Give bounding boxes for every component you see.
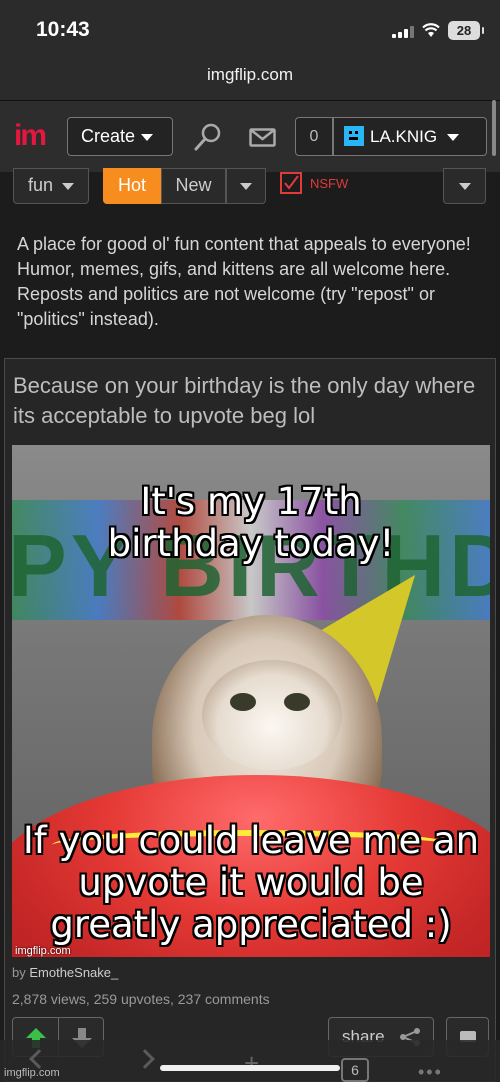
author-link[interactable]: EmotheSnake_ [29, 965, 118, 980]
create-button[interactable]: Create [67, 117, 173, 156]
avatar [344, 126, 364, 146]
username: LA.KNIG [370, 127, 438, 146]
home-indicator[interactable] [160, 1065, 340, 1071]
chevron-down-icon [447, 134, 460, 142]
search-icon[interactable] [193, 122, 223, 152]
cat-face [202, 660, 342, 770]
chevron-down-icon [62, 182, 75, 190]
notification-count[interactable]: 0 [295, 117, 333, 156]
user-menu-button[interactable]: LA.KNIG [333, 117, 487, 156]
wifi-icon [422, 23, 440, 37]
stream-select[interactable]: fun [13, 168, 89, 204]
chevron-down-icon [458, 182, 471, 190]
tab-hot[interactable]: Hot [103, 168, 161, 204]
more-icon[interactable]: ••• [418, 1062, 443, 1082]
post-stats: 2,878 views, 259 upvotes, 237 comments [12, 991, 270, 1007]
scrollbar[interactable] [492, 100, 496, 156]
new-tab-icon[interactable]: + [244, 1050, 259, 1076]
nsfw-label: NSFW [310, 176, 349, 191]
post-card: Because on your birthday is the only day… [4, 358, 496, 1082]
tab-new[interactable]: New [161, 168, 226, 204]
tabs-icon[interactable]: 6 [341, 1058, 369, 1082]
chevron-down-icon [141, 133, 154, 141]
post-byline: by EmotheSnake_ [12, 965, 119, 980]
site-header: im Create 0 LA.KNIG [0, 100, 500, 172]
meme-bottom-text: If you could leave me an upvote it would… [22, 819, 480, 946]
url-text: imgflip.com [207, 65, 293, 84]
nsfw-checkbox[interactable] [280, 172, 302, 194]
imgflip-logo[interactable]: im [14, 121, 47, 151]
stream-label: fun [28, 175, 54, 195]
signal-icon [392, 26, 414, 38]
meme-image[interactable]: PY BIRTHD It's my 17th birthday today! I… [12, 445, 490, 957]
create-label: Create [81, 126, 136, 146]
address-bar[interactable]: imgflip.com [0, 60, 500, 100]
options-dropdown[interactable] [443, 168, 486, 204]
meme-watermark: imgflip.com [15, 945, 71, 957]
status-bar: 10:43 28 [0, 0, 500, 60]
meme-top-text: It's my 17th birthday today! [107, 480, 395, 565]
stream-description: A place for good ol' fun content that ap… [17, 234, 471, 329]
post-title[interactable]: Because on your birthday is the only day… [13, 371, 493, 431]
battery-icon: 28 [448, 21, 484, 40]
chevron-down-icon [240, 182, 252, 190]
mail-icon[interactable] [249, 128, 276, 147]
sort-dropdown[interactable] [226, 168, 266, 204]
footer-watermark: imgflip.com [4, 1067, 60, 1079]
status-time: 10:43 [36, 18, 90, 41]
check-icon [284, 175, 299, 190]
